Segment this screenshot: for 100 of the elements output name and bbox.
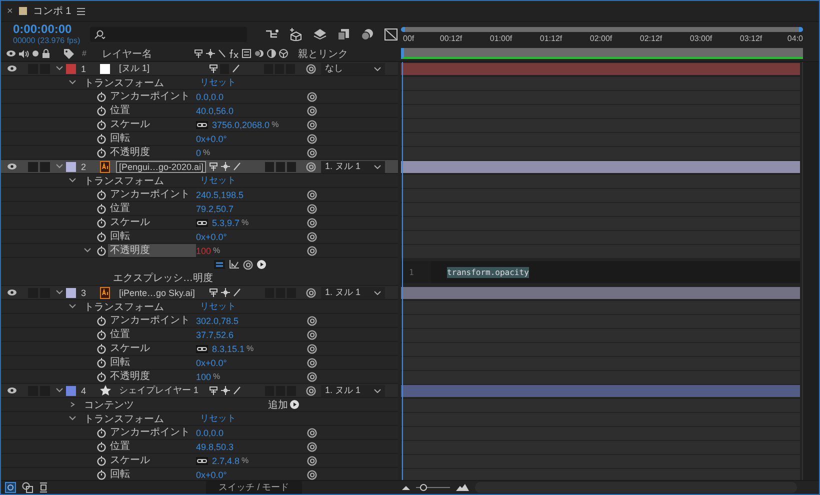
stopwatch-icon[interactable] (97, 442, 106, 452)
shy-icon[interactable] (209, 64, 218, 73)
property-value[interactable]: 37.7,52.6 (196, 330, 234, 340)
stopwatch-icon[interactable] (97, 470, 106, 480)
property-name[interactable]: スケール (108, 342, 196, 355)
chevron-icon[interactable] (69, 416, 79, 421)
shy-icon[interactable] (209, 162, 218, 171)
panel-tab[interactable]: コンポ 1 (32, 4, 72, 18)
eye-icon[interactable] (7, 289, 17, 296)
property-name[interactable]: スケール (108, 454, 196, 467)
hierarchy-icon[interactable] (265, 28, 279, 40)
layer-name[interactable]: シェイプレイヤー 1 (116, 383, 206, 398)
link-icon[interactable] (196, 344, 208, 352)
label-swatch[interactable] (66, 288, 76, 298)
overlap-icon[interactable] (22, 482, 33, 493)
motion-blur-icon[interactable] (360, 28, 374, 40)
layer-name[interactable]: [ヌル 1] (116, 62, 206, 76)
property-group[interactable]: トランスフォーム (84, 174, 200, 188)
layer-stack-icon[interactable] (313, 28, 327, 40)
close-icon[interactable]: × (7, 6, 13, 16)
property-group[interactable]: トランスフォーム (84, 300, 200, 314)
zoom-in-icon[interactable] (456, 484, 469, 491)
property-name[interactable]: 位置 (108, 104, 196, 117)
stopwatch-icon[interactable] (97, 316, 106, 326)
property-name[interactable]: アンカーポイント (108, 188, 196, 201)
stopwatch-icon[interactable] (97, 372, 106, 382)
chevron-icon[interactable] (69, 80, 79, 85)
switches-modes-button[interactable]: スイッチ / モード (206, 481, 302, 494)
chevron-icon[interactable] (84, 248, 91, 253)
graph-icon[interactable] (229, 260, 239, 269)
link-icon[interactable] (196, 456, 208, 464)
label-swatch[interactable] (66, 162, 76, 172)
reset-link[interactable]: リセット (200, 174, 236, 187)
chevron-icon[interactable] (69, 178, 79, 183)
expression-editor[interactable]: 1 transform.opacity (401, 261, 800, 283)
property-value[interactable]: 49.8,50.3 (196, 442, 234, 452)
property-name[interactable]: 位置 (108, 440, 196, 453)
stopwatch-icon[interactable] (97, 134, 106, 144)
pick-whip-icon[interactable] (243, 260, 253, 270)
property-name[interactable]: 回転 (108, 230, 196, 243)
stopwatch-icon[interactable] (97, 148, 106, 158)
stopwatch-icon[interactable] (97, 218, 106, 228)
sun-icon[interactable] (221, 288, 230, 297)
parent-dropdown[interactable]: 1. ヌル 1 (321, 160, 385, 172)
stopwatch-icon[interactable] (97, 456, 106, 466)
property-value[interactable]: 0x+0.0° (196, 470, 227, 480)
parent-dropdown[interactable]: 1. ヌル 1 (321, 286, 385, 298)
property-group[interactable]: トランスフォーム (84, 412, 200, 426)
property-value[interactable]: 0.0,0.0 (196, 428, 224, 438)
eye-icon[interactable] (7, 163, 17, 170)
property-value[interactable]: 5.3,9.7 (212, 218, 240, 228)
parent-dropdown[interactable]: なし (321, 62, 385, 74)
eye-icon[interactable] (7, 65, 17, 72)
property-value[interactable]: 302.0,78.5 (196, 316, 239, 326)
property-name[interactable]: アンカーポイント (108, 426, 196, 439)
link-icon[interactable] (196, 218, 208, 226)
property-name[interactable]: 不透明度 (108, 146, 196, 159)
property-value[interactable]: 100 (196, 372, 212, 382)
pick-whip-icon[interactable] (306, 64, 316, 74)
parent-dropdown[interactable]: 1. ヌル 1 (321, 384, 385, 396)
property-name[interactable]: 回転 (108, 132, 196, 145)
reset-link[interactable]: リセット (200, 300, 236, 313)
stopwatch-icon[interactable] (97, 106, 106, 116)
stopwatch-icon[interactable] (97, 344, 106, 354)
property-name[interactable]: スケール (108, 118, 196, 131)
column-header[interactable]: 親とリンク (298, 46, 348, 60)
slider-thumb[interactable] (420, 484, 427, 491)
stopwatch-icon[interactable] (97, 330, 106, 340)
sun-icon[interactable] (221, 162, 230, 171)
property-group[interactable]: トランスフォーム (84, 76, 200, 90)
property-name[interactable]: アンカーポイント (108, 314, 196, 327)
property-value[interactable]: 79.2,50.7 (196, 204, 234, 214)
stopwatch-icon[interactable] (97, 120, 106, 130)
property-name[interactable]: 不透明度 (108, 244, 196, 257)
shy-icon[interactable] (209, 288, 218, 297)
eye-icon[interactable] (7, 387, 17, 394)
column-header[interactable]: レイヤー名 (102, 46, 194, 60)
property-value[interactable]: 8.3,15.1 (212, 344, 245, 354)
solo-toggle[interactable] (28, 162, 38, 172)
render-time-icon[interactable] (39, 482, 48, 493)
property-name[interactable]: 不透明度 (108, 370, 196, 383)
property-value[interactable]: 40.0,56.0 (196, 106, 234, 116)
search-field[interactable] (90, 26, 247, 42)
property-value[interactable]: 0x+0.0° (196, 232, 227, 242)
stopwatch-icon[interactable] (97, 204, 106, 214)
stopwatch-icon[interactable] (97, 358, 106, 368)
stopwatch-icon[interactable] (97, 428, 106, 438)
equals-icon[interactable] (214, 260, 225, 269)
stopwatch-icon[interactable] (97, 246, 106, 256)
layer-name[interactable]: [iPente…go Sky.ai] (116, 286, 206, 298)
zoom-out-icon[interactable] (402, 485, 410, 490)
comp-icon[interactable] (5, 482, 16, 493)
label-swatch[interactable] (66, 64, 76, 74)
property-name[interactable]: 回転 (108, 356, 196, 369)
sun-icon[interactable] (221, 386, 230, 395)
graph-editor-icon[interactable] (384, 28, 398, 40)
slash-icon[interactable] (233, 386, 241, 395)
stopwatch-icon[interactable] (97, 232, 106, 242)
property-value[interactable]: 0.0,0.0 (196, 92, 224, 102)
property-value[interactable]: 2.7,4.8 (212, 456, 240, 466)
